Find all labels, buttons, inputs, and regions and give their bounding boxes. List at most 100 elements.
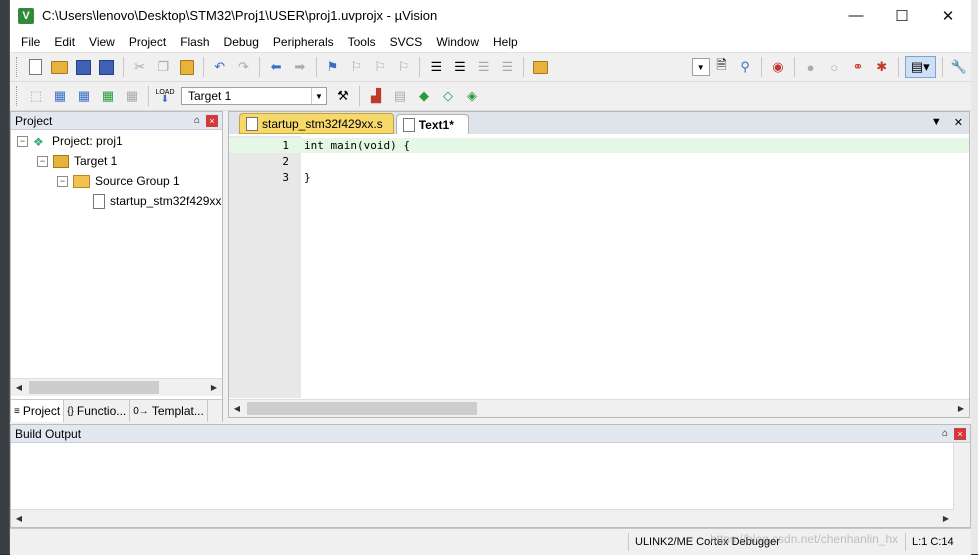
- scroll-right-icon[interactable]: ▶: [938, 511, 954, 526]
- close-button[interactable]: ✕: [925, 0, 971, 31]
- undo-icon[interactable]: ↶: [210, 57, 230, 77]
- configure-icon[interactable]: 🔧: [949, 57, 969, 77]
- find-icon[interactable]: 🗎: [712, 57, 732, 77]
- menu-debug[interactable]: Debug: [217, 35, 266, 49]
- translate-icon[interactable]: ⬚: [26, 86, 46, 106]
- bookmark-icon[interactable]: ⚑: [323, 57, 343, 77]
- navigate-back-icon[interactable]: ⬅: [266, 57, 286, 77]
- project-horizontal-scrollbar[interactable]: ◀ ▶: [11, 378, 222, 396]
- pin-icon[interactable]: ⌂: [194, 115, 200, 126]
- disable-all-breakpoints-icon[interactable]: ⚭: [848, 57, 868, 77]
- menu-tools[interactable]: Tools: [341, 35, 383, 49]
- line-number: 3: [282, 171, 289, 184]
- copy-icon[interactable]: ❐: [153, 57, 173, 77]
- tree-file-label: startup_stm32f429xx: [110, 194, 222, 208]
- tree-item-group[interactable]: − Source Group 1: [57, 172, 180, 190]
- download-icon[interactable]: LOAD ⬇: [155, 86, 175, 106]
- templates-tab-icon: 0→: [133, 405, 149, 417]
- cut-icon[interactable]: ✂: [130, 57, 150, 77]
- code-area[interactable]: 1 int main(void) { 2 3 }: [229, 136, 969, 398]
- toolbar-grip[interactable]: [16, 86, 20, 106]
- batch-build-icon[interactable]: ▦: [98, 86, 118, 106]
- toolbar-separator: [315, 57, 317, 77]
- menu-window[interactable]: Window: [429, 35, 486, 49]
- maximize-button[interactable]: ☐: [879, 0, 925, 31]
- scroll-right-icon[interactable]: ▶: [953, 401, 969, 416]
- next-bookmark-icon[interactable]: ⚐: [370, 57, 390, 77]
- collapse-icon[interactable]: −: [17, 135, 28, 147]
- prev-bookmark-icon[interactable]: ⚐: [346, 57, 366, 77]
- debug-start-icon[interactable]: ◉: [768, 57, 788, 77]
- toolbar-grip[interactable]: [16, 57, 20, 77]
- new-file-icon[interactable]: [26, 57, 46, 77]
- kill-breakpoints-icon[interactable]: ✱: [872, 57, 892, 77]
- stop-build-icon[interactable]: ▦: [122, 86, 142, 106]
- find-dropdown[interactable]: ▼: [691, 58, 710, 76]
- menu-file[interactable]: File: [14, 35, 47, 49]
- scroll-thumb[interactable]: [247, 402, 477, 415]
- comment-icon[interactable]: ☰: [474, 57, 494, 77]
- tab-functions[interactable]: {} Functio...: [64, 400, 131, 422]
- close-panel-button[interactable]: ×: [954, 427, 966, 440]
- tab-project[interactable]: ≡ Project: [11, 400, 65, 422]
- tree-item-target[interactable]: − Target 1: [37, 152, 117, 170]
- save-icon[interactable]: [73, 57, 93, 77]
- save-all-icon[interactable]: [97, 57, 117, 77]
- scroll-left-icon[interactable]: ◀: [11, 380, 27, 395]
- select-software-packs-icon[interactable]: ◈: [462, 86, 482, 106]
- find-in-files-icon[interactable]: [530, 57, 550, 77]
- file-extensions-icon[interactable]: ▤: [390, 86, 410, 106]
- close-tab-icon[interactable]: ✕: [954, 116, 963, 129]
- code-line[interactable]: 1 int main(void) {: [229, 138, 969, 153]
- minimize-button[interactable]: —: [833, 0, 879, 31]
- menu-edit[interactable]: Edit: [47, 35, 82, 49]
- menu-flash[interactable]: Flash: [173, 35, 216, 49]
- scroll-left-icon[interactable]: ◀: [229, 401, 245, 416]
- build-output-title: Build Output: [15, 426, 82, 441]
- tab-project-label: Project: [22, 404, 61, 418]
- tree-item-project[interactable]: − ❖ Project: proj1: [17, 132, 123, 150]
- collapse-icon[interactable]: −: [57, 175, 68, 187]
- redo-icon[interactable]: ↷: [234, 57, 254, 77]
- code-line[interactable]: 3 }: [229, 170, 969, 185]
- disable-breakpoint-icon[interactable]: ○: [824, 57, 844, 77]
- menu-view[interactable]: View: [82, 35, 122, 49]
- breakpoint-icon[interactable]: ●: [801, 57, 821, 77]
- menu-project[interactable]: Project: [122, 35, 173, 49]
- tab-startup-file[interactable]: startup_stm32f429xx.s: [239, 113, 394, 134]
- build-output-vertical-scrollbar[interactable]: [953, 443, 970, 527]
- unindent-icon[interactable]: ☰: [450, 57, 470, 77]
- menu-help[interactable]: Help: [486, 35, 525, 49]
- menu-peripherals[interactable]: Peripherals: [266, 35, 341, 49]
- target-options-icon[interactable]: ⚒: [333, 86, 353, 106]
- build-icon[interactable]: ▦: [50, 86, 70, 106]
- editor-horizontal-scrollbar[interactable]: ◀ ▶: [229, 399, 969, 417]
- menu-svcs[interactable]: SVCS: [383, 35, 430, 49]
- target-select[interactable]: Target 1 ▼: [181, 87, 327, 105]
- build-output-horizontal-scrollbar[interactable]: ◀ ▶: [11, 509, 954, 527]
- scroll-left-icon[interactable]: ◀: [11, 511, 27, 526]
- scroll-right-icon[interactable]: ▶: [206, 380, 222, 395]
- uncomment-icon[interactable]: ☰: [498, 57, 518, 77]
- run-time-environment-icon[interactable]: ◆: [414, 86, 434, 106]
- code-line[interactable]: 2: [229, 154, 969, 169]
- incremental-find-icon[interactable]: ⚲: [735, 57, 755, 77]
- file-icon: [246, 117, 258, 131]
- window-layout-icon[interactable]: ▤▾: [904, 56, 937, 78]
- manage-project-items-icon[interactable]: ▟: [366, 86, 386, 106]
- pin-icon[interactable]: ⌂: [942, 428, 948, 439]
- clear-bookmarks-icon[interactable]: ⚐: [394, 57, 414, 77]
- close-panel-button[interactable]: ×: [206, 114, 218, 127]
- collapse-icon[interactable]: −: [37, 155, 48, 167]
- tab-list-chevron-icon[interactable]: ▼: [931, 116, 942, 129]
- tab-text1[interactable]: Text1*: [395, 114, 469, 134]
- pack-installer-icon[interactable]: ◇: [438, 86, 458, 106]
- tab-templates[interactable]: 0→ Templat...: [130, 400, 208, 422]
- paste-icon[interactable]: [177, 57, 197, 77]
- tree-item-file[interactable]: startup_stm32f429xx: [93, 192, 221, 210]
- navigate-forward-icon[interactable]: ➡: [290, 57, 310, 77]
- open-folder-icon[interactable]: [50, 57, 70, 77]
- indent-icon[interactable]: ☰: [426, 57, 446, 77]
- scroll-thumb[interactable]: [29, 381, 159, 394]
- rebuild-icon[interactable]: ▦: [74, 86, 94, 106]
